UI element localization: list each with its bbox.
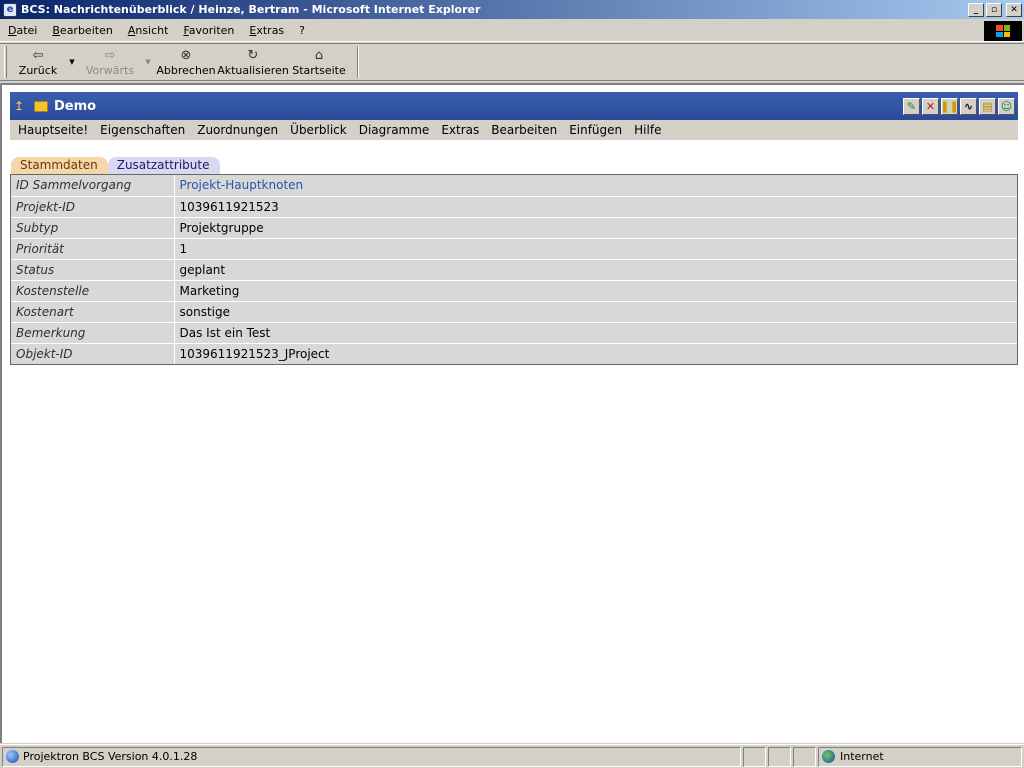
table-row: Priorität 1	[11, 238, 1017, 260]
app-menu-hilfe[interactable]: Hilfe	[628, 123, 667, 137]
up-level-icon[interactable]: ↥	[14, 99, 28, 113]
back-button[interactable]: ⇦ Zurück	[11, 45, 65, 79]
field-label: ID Sammelvorgang	[11, 175, 175, 197]
globe-icon	[822, 750, 835, 763]
back-arrow-icon: ⇦	[32, 47, 44, 63]
field-value: Das Ist ein Test	[174, 322, 1017, 344]
forward-label: Vorwärts	[85, 63, 135, 77]
refresh-label: Aktualisieren	[217, 63, 289, 77]
app-menu-eigenschaften[interactable]: Eigenschaften	[94, 123, 191, 137]
refresh-icon: ↻	[247, 47, 259, 63]
back-label: Zurück	[18, 63, 58, 77]
field-label: Kostenart	[11, 301, 175, 323]
browser-toolbar: ⇦ Zurück ▼ ⇨ Vorwärts ▼ ⊗ Abbrechen ↻ Ak…	[0, 43, 1024, 81]
page-content: ↥ Demo ✎ ✕ ❚❚ ∿ ▤ ☺ Hauptseite! Eigensch…	[0, 83, 1024, 743]
field-value: 1039611921523	[174, 196, 1017, 218]
home-button[interactable]: ⌂ Startseite	[289, 45, 349, 79]
columns-icon[interactable]: ❚❚	[940, 97, 959, 115]
status-bar: Projektron BCS Version 4.0.1.28 Internet	[0, 744, 1024, 768]
security-zone: Internet	[818, 746, 1022, 767]
toolbar-grip	[4, 46, 7, 78]
header-buttons: ✎ ✕ ❚❚ ∿ ▤ ☺	[903, 97, 1015, 115]
app-menu-zuordnungen[interactable]: Zuordnungen	[191, 123, 284, 137]
field-label: Priorität	[11, 238, 175, 260]
graph-icon[interactable]: ∿	[960, 97, 977, 115]
table-row: Bemerkung Das Ist ein Test	[11, 322, 1017, 344]
restore-button[interactable]: ▫	[986, 2, 1002, 17]
menu-ansicht[interactable]: Ansicht	[120, 24, 176, 37]
home-icon: ⌂	[314, 47, 324, 63]
forward-dropdown-button[interactable]: ▼	[141, 45, 155, 79]
app-menu-einfuegen[interactable]: Einfügen	[563, 123, 628, 137]
ie-icon: e	[3, 2, 17, 17]
home-label: Startseite	[292, 63, 346, 77]
page-header: ↥ Demo ✎ ✕ ❚❚ ∿ ▤ ☺	[10, 92, 1018, 120]
field-label: Projekt-ID	[11, 196, 175, 218]
field-label: Kostenstelle	[11, 280, 175, 302]
minimize-button[interactable]: _	[968, 2, 984, 17]
tab-bar: Stammdaten Zusatzattribute	[11, 157, 220, 174]
field-label: Bemerkung	[11, 322, 175, 344]
app-menu-hauptseite[interactable]: Hauptseite!	[10, 123, 94, 137]
table-row: Projekt-ID 1039611921523	[11, 196, 1017, 218]
field-label: Status	[11, 259, 175, 281]
field-label: Objekt-ID	[11, 343, 175, 364]
menu-datei[interactable]: Datei	[0, 24, 44, 37]
note-icon[interactable]: ▤	[979, 97, 996, 115]
close-button[interactable]: ✕	[1006, 2, 1022, 17]
user-icon[interactable]: ☺	[998, 97, 1015, 115]
page-loaded-icon	[6, 750, 19, 763]
status-text: Projektron BCS Version 4.0.1.28	[23, 750, 198, 763]
status-cell	[768, 746, 791, 767]
zone-text: Internet	[840, 750, 884, 763]
forward-arrow-icon: ⇨	[104, 47, 116, 63]
toolbar-separator	[357, 46, 359, 78]
table-row: ID Sammelvorgang Projekt-Hauptknoten	[11, 175, 1017, 197]
app-menu: Hauptseite! Eigenschaften Zuordnungen Üb…	[10, 120, 1018, 140]
status-cell	[743, 746, 766, 767]
field-value-link[interactable]: Projekt-Hauptknoten	[174, 175, 1017, 197]
table-row: Status geplant	[11, 259, 1017, 281]
tab-stammdaten[interactable]: Stammdaten	[11, 157, 108, 174]
edit-icon[interactable]: ✎	[903, 97, 920, 115]
folder-icon	[34, 100, 48, 112]
menu-bearbeiten[interactable]: Bearbeiten	[44, 24, 119, 37]
table-row: Subtyp Projektgruppe	[11, 217, 1017, 239]
window-controls: _ ▫ ✕	[968, 2, 1022, 17]
menu-favoriten[interactable]: Favoriten	[175, 24, 241, 37]
app-menu-ueberblick[interactable]: Überblick	[284, 123, 353, 137]
app-menu-extras[interactable]: Extras	[435, 123, 485, 137]
title-bar: e BCS: Nachrichtenüberblick / Heinze, Be…	[0, 0, 1024, 19]
field-value: Marketing	[174, 280, 1017, 302]
status-main: Projektron BCS Version 4.0.1.28	[2, 746, 741, 767]
field-value: sonstige	[174, 301, 1017, 323]
forward-button[interactable]: ⇨ Vorwärts	[79, 45, 141, 79]
menu-extras[interactable]: Extras	[241, 24, 291, 37]
field-value: Projektgruppe	[174, 217, 1017, 239]
stop-label: Abbrechen	[156, 63, 216, 77]
app-menu-bearbeiten[interactable]: Bearbeiten	[485, 123, 563, 137]
window-title: BCS: Nachrichtenüberblick / Heinze, Bert…	[21, 3, 481, 16]
menu-help[interactable]: ?	[291, 24, 312, 37]
tab-zusatzattribute[interactable]: Zusatzattribute	[107, 157, 220, 174]
table-row: Objekt-ID 1039611921523_JProject	[11, 343, 1017, 364]
browser-menubar: Datei Bearbeiten Ansicht Favoriten Extra…	[0, 20, 1024, 42]
attributes-table: ID Sammelvorgang Projekt-Hauptknoten Pro…	[10, 174, 1018, 365]
field-label: Subtyp	[11, 217, 175, 239]
field-value: 1039611921523_JProject	[179, 346, 330, 361]
field-value: geplant	[174, 259, 1017, 281]
table-row: Kostenstelle Marketing	[11, 280, 1017, 302]
status-cell	[793, 746, 816, 767]
back-dropdown-button[interactable]: ▼	[65, 45, 79, 79]
table-row: Kostenart sonstige	[11, 301, 1017, 323]
stop-button[interactable]: ⊗ Abbrechen	[155, 45, 217, 79]
page-title: Demo	[54, 98, 97, 114]
windows-logo-icon	[984, 21, 1022, 41]
field-value: 1	[174, 238, 1017, 260]
stop-icon: ⊗	[180, 47, 192, 63]
app-menu-diagramme[interactable]: Diagramme	[353, 123, 436, 137]
delete-icon[interactable]: ✕	[922, 97, 939, 115]
refresh-button[interactable]: ↻ Aktualisieren	[217, 45, 289, 79]
